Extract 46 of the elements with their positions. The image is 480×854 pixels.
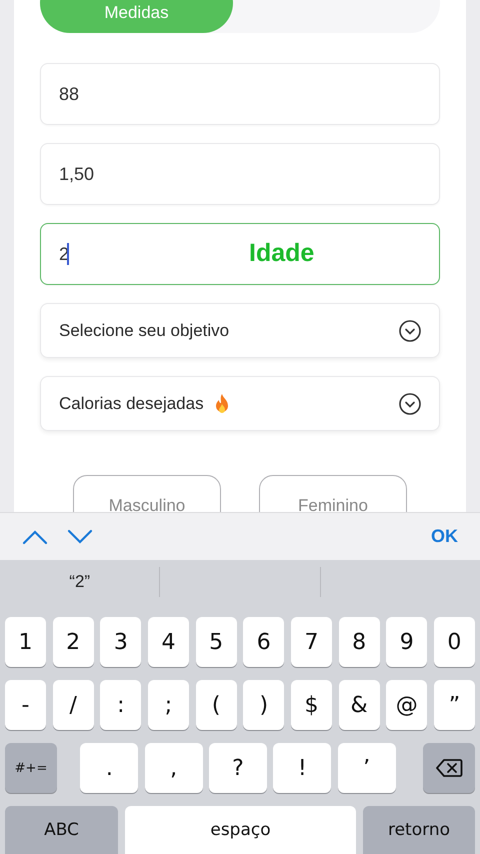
- keyboard-key[interactable]: 3: [100, 617, 142, 667]
- keyboard-key[interactable]: @: [386, 680, 428, 730]
- keyboard-key[interactable]: /: [52, 680, 94, 730]
- input-field[interactable]: 88: [40, 63, 440, 125]
- backspace-icon: [434, 758, 463, 778]
- suggestion[interactable]: “2”: [69, 572, 90, 590]
- gender-button[interactable]: Feminino: [259, 475, 407, 512]
- dropdown-placeholder: Calorias desejadas: [59, 394, 204, 414]
- keyboard-key[interactable]: &: [338, 680, 380, 730]
- dropdown-field[interactable]: Selecione seu objetivo: [40, 303, 440, 358]
- chevron-down-icon: [399, 320, 421, 342]
- keyboard-key[interactable]: ’: [338, 743, 396, 793]
- keyboard-key[interactable]: #+=: [5, 743, 57, 793]
- done-button[interactable]: OK: [431, 526, 458, 547]
- keyboard-key[interactable]: ,: [144, 743, 203, 793]
- keyboard-key[interactable]: ): [243, 680, 284, 730]
- chevron-down-icon: [399, 392, 421, 414]
- keyboard-key[interactable]: ;: [148, 680, 189, 730]
- keyboard-key[interactable]: 4: [148, 617, 189, 667]
- chevron-down-icon[interactable]: [67, 528, 93, 544]
- keyboard-key[interactable]: ABC: [5, 806, 118, 854]
- keyboard-key[interactable]: $: [290, 680, 332, 730]
- keyboard-key[interactable]: 6: [243, 617, 284, 667]
- space-bar[interactable]: espaço: [125, 806, 356, 854]
- keyboard-key[interactable]: 2: [52, 617, 94, 667]
- keyboard-key[interactable]: 5: [196, 617, 237, 667]
- keyboard-key[interactable]: 0: [434, 617, 475, 667]
- keyboard-key[interactable]: (: [196, 680, 237, 730]
- input-field[interactable]: 1,50: [40, 143, 440, 205]
- keyboard-key[interactable]: !: [273, 743, 332, 793]
- keyboard-key[interactable]: ”: [434, 680, 475, 730]
- dropdown-field[interactable]: Calorias desejadas: [40, 376, 440, 431]
- keyboard-key[interactable]: :: [100, 680, 142, 730]
- keyboard-key[interactable]: -: [5, 680, 46, 730]
- keyboard-key[interactable]: 8: [338, 617, 380, 667]
- keyboard-key[interactable]: 1: [5, 617, 46, 667]
- keyboard-key[interactable]: 7: [290, 617, 332, 667]
- keyboard-key[interactable]: 9: [386, 617, 428, 667]
- keyboard-key[interactable]: ?: [208, 743, 267, 793]
- dropdown-placeholder: Selecione seu objetivo: [59, 320, 230, 340]
- chevron-up-icon[interactable]: [22, 528, 48, 544]
- keyboard-key[interactable]: .: [80, 743, 138, 793]
- keyboard-key[interactable]: retorno: [363, 806, 475, 854]
- delete-key[interactable]: [422, 743, 475, 793]
- floating-label: Idade: [249, 239, 314, 268]
- gender-button[interactable]: Masculino: [73, 475, 221, 512]
